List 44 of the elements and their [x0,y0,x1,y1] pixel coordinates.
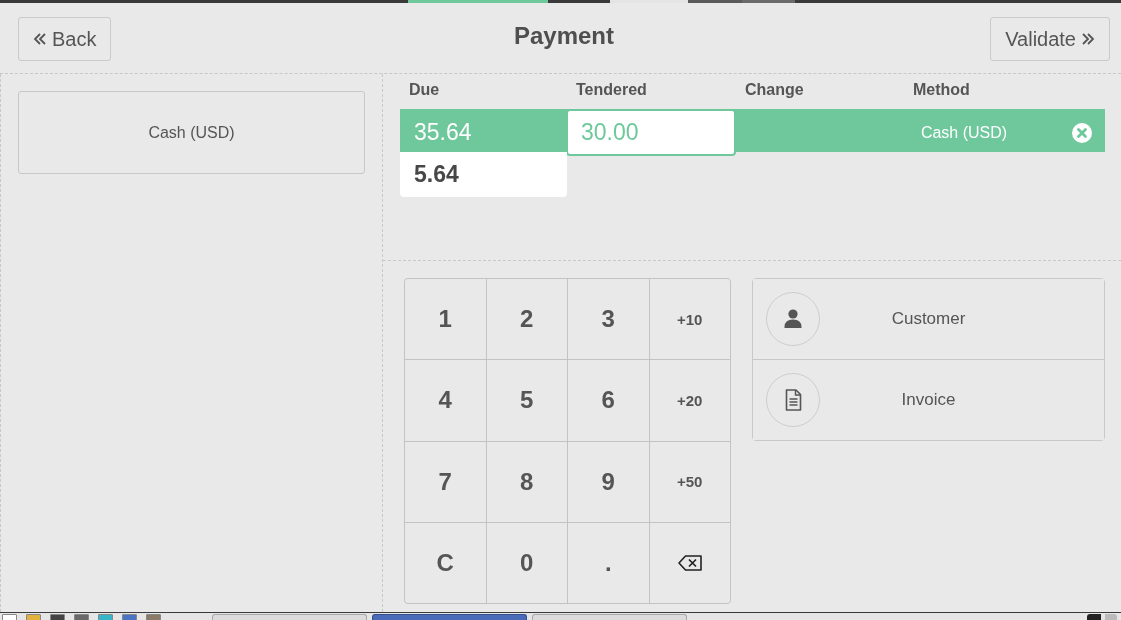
taskbar-app-icon[interactable] [50,614,65,620]
payment-method-button[interactable]: Cash (USD) [18,91,365,174]
tray-icon[interactable] [1087,614,1117,620]
taskbar-button[interactable] [212,614,367,620]
backspace-icon [677,554,702,571]
due-amount: 35.64 [413,119,473,146]
taskbar-button[interactable] [372,614,527,620]
person-icon [766,292,820,346]
numpad-key[interactable]: 1 [405,279,486,360]
double-chevron-right-icon [1081,32,1095,46]
taskbar-app-icon[interactable] [98,614,113,620]
remaining-amount: 5.64 [400,152,567,197]
taskbar-app-icon[interactable] [26,614,41,620]
taskbar-app-icon[interactable] [2,614,17,620]
numpad-key[interactable]: 0 [486,522,567,603]
action-button[interactable]: Customer [753,279,1104,360]
validate-button[interactable]: Validate [990,17,1110,61]
taskbar-app-icon[interactable] [122,614,137,620]
page-title: Payment [513,22,614,50]
double-chevron-left-icon [33,32,47,46]
numpad-key[interactable]: 9 [568,441,649,522]
column-header: Change [744,80,805,100]
payment-method-label: Cash (USD) [920,123,1008,141]
column-header: Due [408,80,441,100]
close-icon[interactable] [1072,122,1092,143]
column-header: Method [912,80,971,100]
column-header: Tendered [575,80,648,100]
numpad-key[interactable]: +10 [649,279,730,360]
numpad-key[interactable]: . [568,522,649,603]
backspace-key[interactable] [649,522,730,603]
numpad-key[interactable]: 8 [486,441,567,522]
numpad-key[interactable]: 2 [486,279,567,360]
numpad-key[interactable]: 3 [568,279,649,360]
back-button[interactable]: Back [18,17,112,61]
numpad-key[interactable]: C [405,522,486,603]
taskbar-button[interactable] [532,614,687,620]
document-icon [766,373,820,427]
numpad-key[interactable]: 5 [486,360,567,441]
numpad-key[interactable]: +20 [649,360,730,441]
numpad-key[interactable]: +50 [649,441,730,522]
taskbar-app-icon[interactable] [74,614,89,620]
numpad-key[interactable]: 6 [568,360,649,441]
numpad-key[interactable]: 4 [405,360,486,441]
numpad-key[interactable]: 7 [405,441,486,522]
